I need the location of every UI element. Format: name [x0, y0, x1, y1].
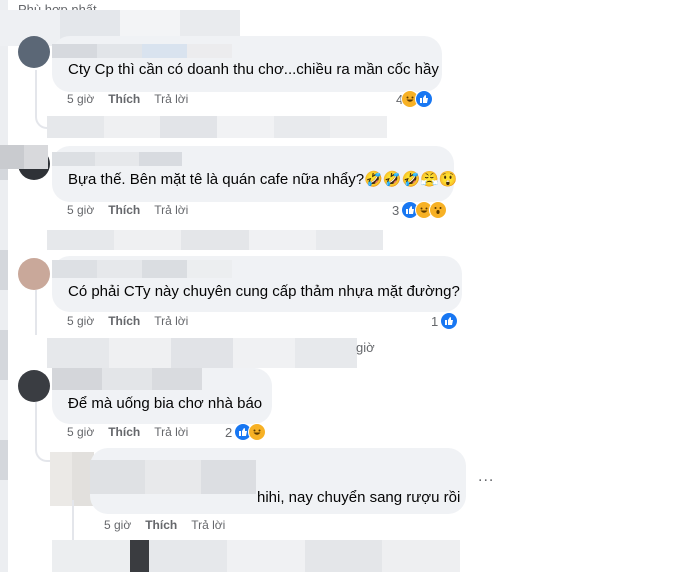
reply-button[interactable]: Trả lời — [154, 203, 188, 217]
reaction-summary[interactable]: 4 — [396, 90, 434, 108]
haha-icon — [248, 423, 267, 441]
like-icon — [415, 90, 434, 108]
comment-time[interactable]: 5 giờ — [67, 425, 94, 439]
reply-button[interactable]: Trả lời — [154, 425, 188, 439]
reply-time[interactable]: 5 giờ — [104, 518, 131, 532]
blurred-author-name — [90, 460, 256, 494]
blurred-avatar-area — [0, 145, 48, 169]
reaction-count: 3 — [392, 202, 400, 218]
blurred-author-name — [52, 368, 202, 390]
blurred-bottom-comment — [52, 540, 460, 572]
avatar[interactable] — [18, 258, 50, 290]
reaction-summary[interactable]: 2 — [225, 423, 267, 441]
like-button[interactable]: Thích — [108, 203, 140, 217]
blurred-reply-preview — [47, 338, 357, 368]
reply-button[interactable]: Trả lời — [191, 518, 225, 532]
like-button[interactable]: Thích — [145, 518, 177, 532]
comment-bubble: Cty Cp thì cần có doanh thu chơ...chiều … — [52, 36, 442, 92]
comment-text: Để mà uống bia chơ nhà báo — [68, 395, 263, 412]
comment-actions: 5 giờ Thích Trả lời — [67, 425, 188, 439]
like-button[interactable]: Thích — [108, 92, 140, 106]
reply-button[interactable]: Trả lời — [154, 314, 188, 328]
comment-actions: 5 giờ Thích Trả lời — [67, 314, 188, 328]
partial-time-text: giờ — [356, 340, 375, 355]
comment-text: Cty Cp thì cần có doanh thu chơ...chiều … — [68, 61, 439, 78]
reaction-summary[interactable]: 1 — [431, 312, 459, 330]
blurred-author-name — [52, 152, 182, 166]
comment-text: Bựa thế. Bên mặt tê là quán cafe nữa nhẩ… — [68, 171, 458, 188]
blurred-reply-preview — [47, 230, 383, 250]
comment-time[interactable]: 5 giờ — [67, 203, 94, 217]
comment-bubble: Bựa thế. Bên mặt tê là quán cafe nữa nhẩ… — [52, 146, 458, 202]
comment-bubble: Để mà uống bia chơ nhà báo — [52, 368, 272, 424]
comment-actions: 5 giờ Thích Trả lời — [67, 203, 188, 217]
comment-actions: 5 giờ Thích Trả lời — [67, 92, 188, 106]
blurred-reply-avatar — [50, 452, 94, 506]
avatar[interactable] — [18, 370, 50, 402]
blurred-author-name — [52, 44, 232, 58]
like-button[interactable]: Thích — [108, 314, 140, 328]
comment-time[interactable]: 5 giờ — [67, 314, 94, 328]
more-options-button[interactable]: ... — [478, 468, 494, 486]
comment-text: Có phải CTy này chuyên cung cấp thảm nhự… — [68, 283, 460, 300]
comment-bubble: Có phải CTy này chuyên cung cấp thảm nhự… — [52, 256, 462, 312]
like-icon — [440, 312, 459, 330]
comment-time[interactable]: 5 giờ — [67, 92, 94, 106]
reply-button[interactable]: Trả lời — [154, 92, 188, 106]
blurred-reply-preview — [47, 116, 387, 138]
reply-bubble: hihi, nay chuyển sang rượu rồi — [90, 448, 466, 514]
avatar[interactable] — [18, 36, 50, 68]
blurred-author-name — [52, 260, 232, 278]
wow-icon — [429, 201, 448, 219]
thread-line — [35, 290, 37, 335]
reaction-summary[interactable]: 3 — [392, 201, 448, 219]
left-edge-strip — [0, 0, 8, 572]
reply-actions: 5 giờ Thích Trả lời — [104, 518, 225, 532]
reaction-count: 1 — [431, 313, 439, 329]
reaction-count: 2 — [225, 424, 233, 440]
reply-text: hihi, nay chuyển sang rượu rồi — [257, 489, 461, 506]
like-button[interactable]: Thích — [108, 425, 140, 439]
